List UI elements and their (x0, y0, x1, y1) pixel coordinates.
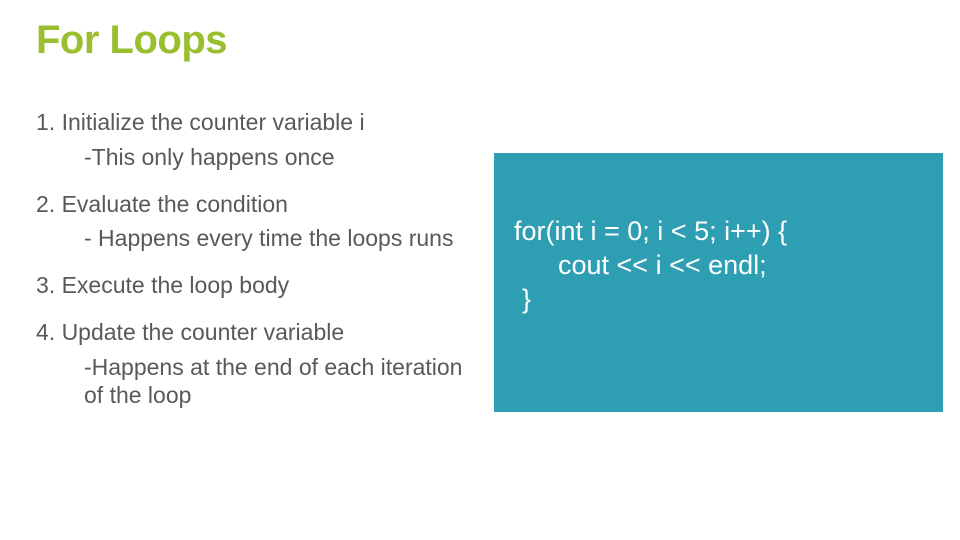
code-line-2: cout << i << endl; (514, 249, 943, 283)
step-2: 2. Evaluate the condition (36, 190, 476, 219)
step-3: 3. Execute the loop body (36, 271, 476, 300)
step-4-sub: -Happens at the end of each iteration of… (84, 353, 476, 411)
code-line-3: } (514, 283, 943, 317)
code-box: for(int i = 0; i < 5; i++) { cout << i <… (494, 153, 943, 412)
step-2-sub: - Happens every time the loops runs (84, 224, 476, 253)
step-1-sub: -This only happens once (84, 143, 476, 172)
step-4: 4. Update the counter variable (36, 318, 476, 347)
slide: For Loops 1. Initialize the counter vari… (0, 0, 960, 540)
step-1: 1. Initialize the counter variable i (36, 108, 476, 137)
content-area: 1. Initialize the counter variable i -Th… (36, 108, 476, 428)
code-line-1: for(int i = 0; i < 5; i++) { (514, 215, 943, 249)
slide-title: For Loops (36, 18, 227, 63)
